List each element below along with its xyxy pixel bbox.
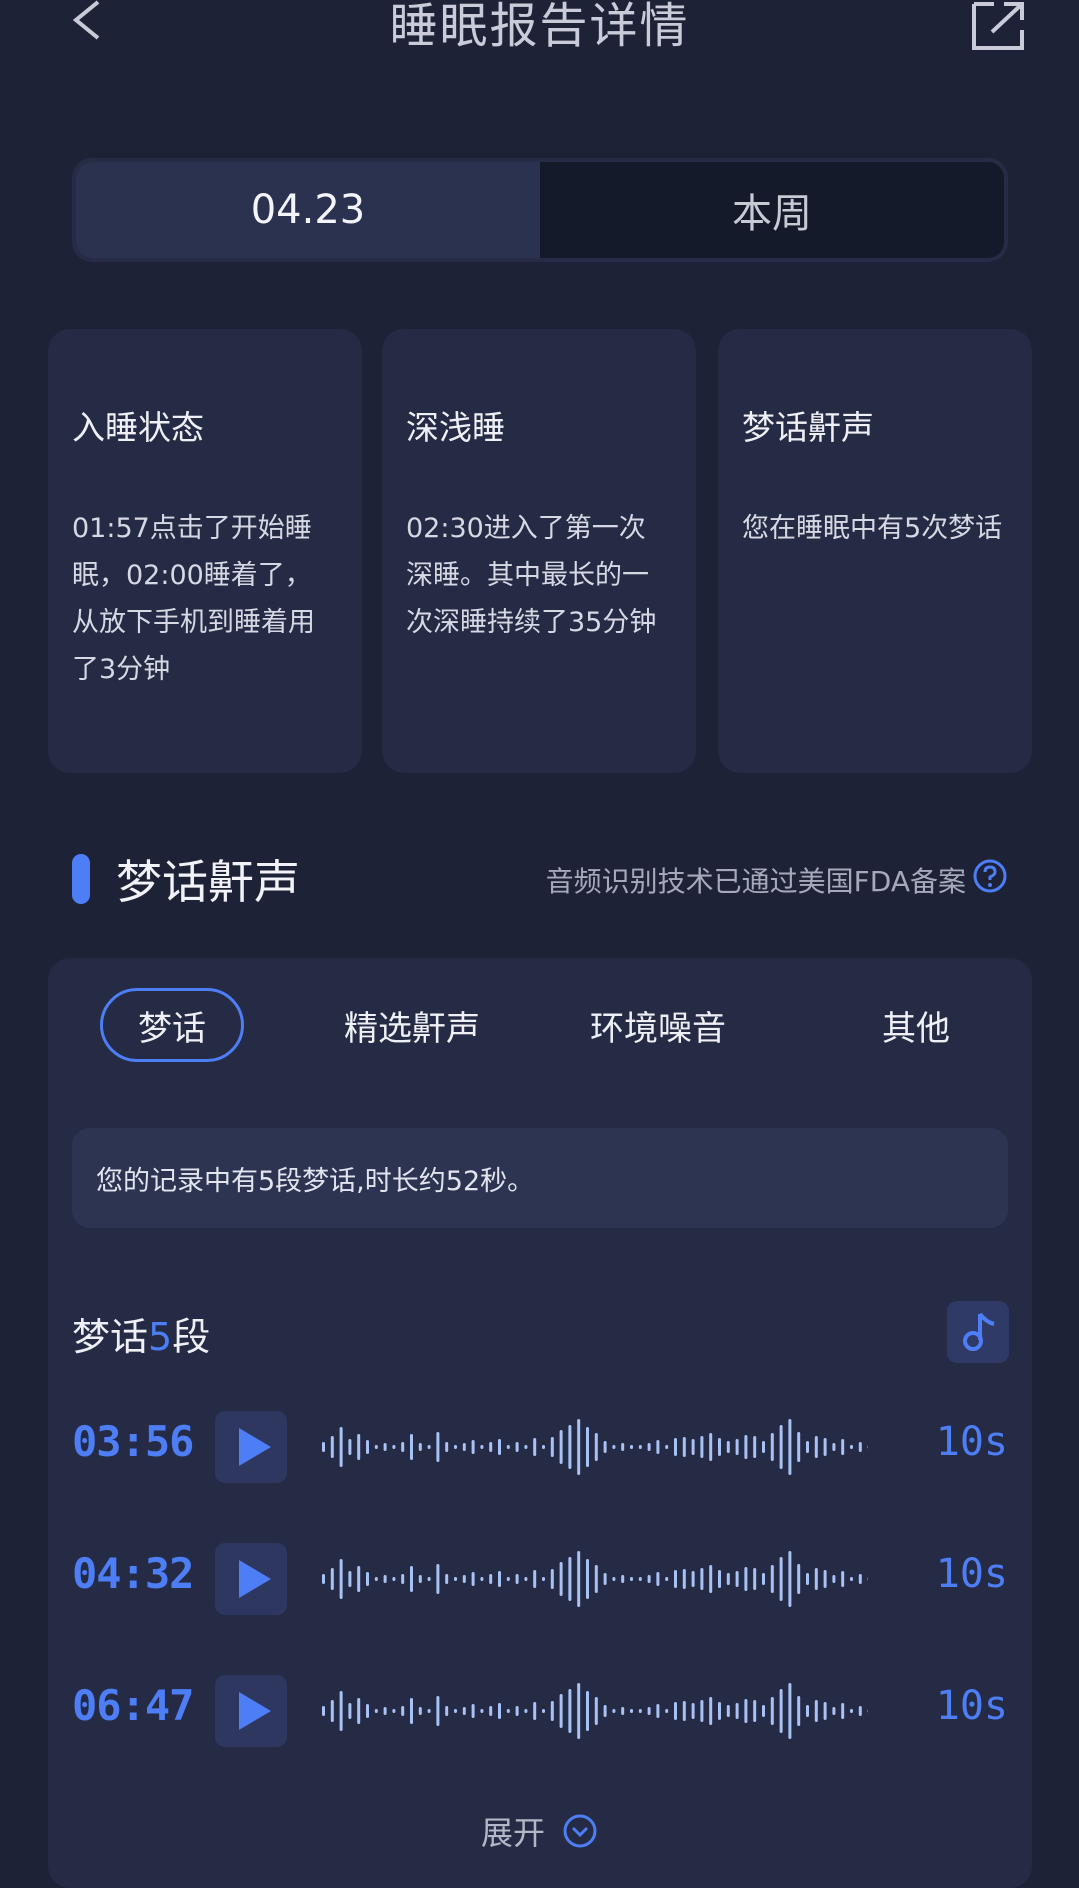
recording-row: 03:56 10s: [72, 1411, 1008, 1483]
play-icon: [215, 1543, 287, 1615]
count-prefix: 梦话: [72, 1315, 148, 1359]
section-header: 梦话鼾声 音频识别技术已通过美国FDA备案: [72, 850, 1008, 908]
play-button[interactable]: [215, 1543, 287, 1615]
section-title: 梦话鼾声: [116, 846, 300, 912]
recording-time: 06:47: [72, 1681, 193, 1730]
play-icon: [215, 1675, 287, 1747]
audio-tabs: 梦话 精选鼾声 环境噪音 其他: [48, 988, 1032, 1062]
sleep-talk-snore-card[interactable]: 梦话鼾声 您在睡眠中有5次梦话: [718, 329, 1032, 773]
summary-info: 您的记录中有5段梦话,时长约52秒。: [72, 1128, 1008, 1228]
tab-other[interactable]: 其他: [856, 988, 976, 1062]
recording-duration: 10s: [936, 1683, 1008, 1729]
recording-row: 04:32 10s: [72, 1543, 1008, 1615]
page-title: 睡眠报告详情: [0, 0, 1079, 56]
count-suffix: 段: [172, 1315, 210, 1359]
play-icon: [215, 1411, 287, 1483]
tab-week[interactable]: 本周: [540, 162, 1004, 258]
chevron-down-circle-icon: [562, 1813, 598, 1849]
card-body: 01:57点击了开始睡眠，02:00睡着了，从放下手机到睡着用了3分钟: [72, 505, 338, 693]
music-note-button[interactable]: [947, 1301, 1009, 1363]
card-title: 深浅睡: [406, 401, 672, 449]
fda-note: 音频识别技术已通过美国FDA备案: [546, 860, 966, 900]
count-number: 5: [148, 1315, 172, 1359]
deep-light-sleep-card[interactable]: 深浅睡 02:30进入了第一次深睡。其中最长的一次深睡持续了35分钟: [382, 329, 696, 773]
section-accent-bar: [72, 854, 90, 904]
card-body: 02:30进入了第一次深睡。其中最长的一次深睡持续了35分钟: [406, 505, 672, 646]
recording-time: 03:56: [72, 1417, 193, 1466]
expand-button[interactable]: 展开: [0, 1808, 1079, 1858]
summary-cards: 入睡状态 01:57点击了开始睡眠，02:00睡着了，从放下手机到睡着用了3分钟…: [48, 329, 1032, 773]
recordings-count: 梦话5段: [72, 1306, 210, 1361]
play-button[interactable]: [215, 1675, 287, 1747]
tab-selected-snore[interactable]: 精选鼾声: [330, 988, 494, 1062]
question-circle-icon[interactable]: [972, 858, 1008, 894]
expand-label: 展开: [481, 1814, 545, 1852]
card-body: 您在睡眠中有5次梦话: [742, 505, 1008, 552]
recording-row: 06:47 10s: [72, 1675, 1008, 1747]
recording-time: 04:32: [72, 1549, 193, 1598]
card-title: 入睡状态: [72, 401, 338, 449]
waveform: [318, 1549, 868, 1609]
recording-duration: 10s: [936, 1419, 1008, 1465]
play-button[interactable]: [215, 1411, 287, 1483]
header: 睡眠报告详情: [0, 0, 1079, 70]
tab-day[interactable]: 04.23: [76, 162, 540, 258]
date-range-switch: 04.23 本周: [72, 158, 1008, 262]
sleep-onset-card[interactable]: 入睡状态 01:57点击了开始睡眠，02:00睡着了，从放下手机到睡着用了3分钟: [48, 329, 362, 773]
tab-sleep-talk[interactable]: 梦话: [100, 988, 244, 1062]
waveform: [318, 1681, 868, 1741]
recording-duration: 10s: [936, 1551, 1008, 1597]
music-note-icon: [958, 1310, 998, 1354]
share-icon[interactable]: [970, 0, 1028, 52]
card-title: 梦话鼾声: [742, 401, 1008, 449]
waveform: [318, 1417, 868, 1477]
tab-ambient-noise[interactable]: 环境噪音: [576, 988, 740, 1062]
